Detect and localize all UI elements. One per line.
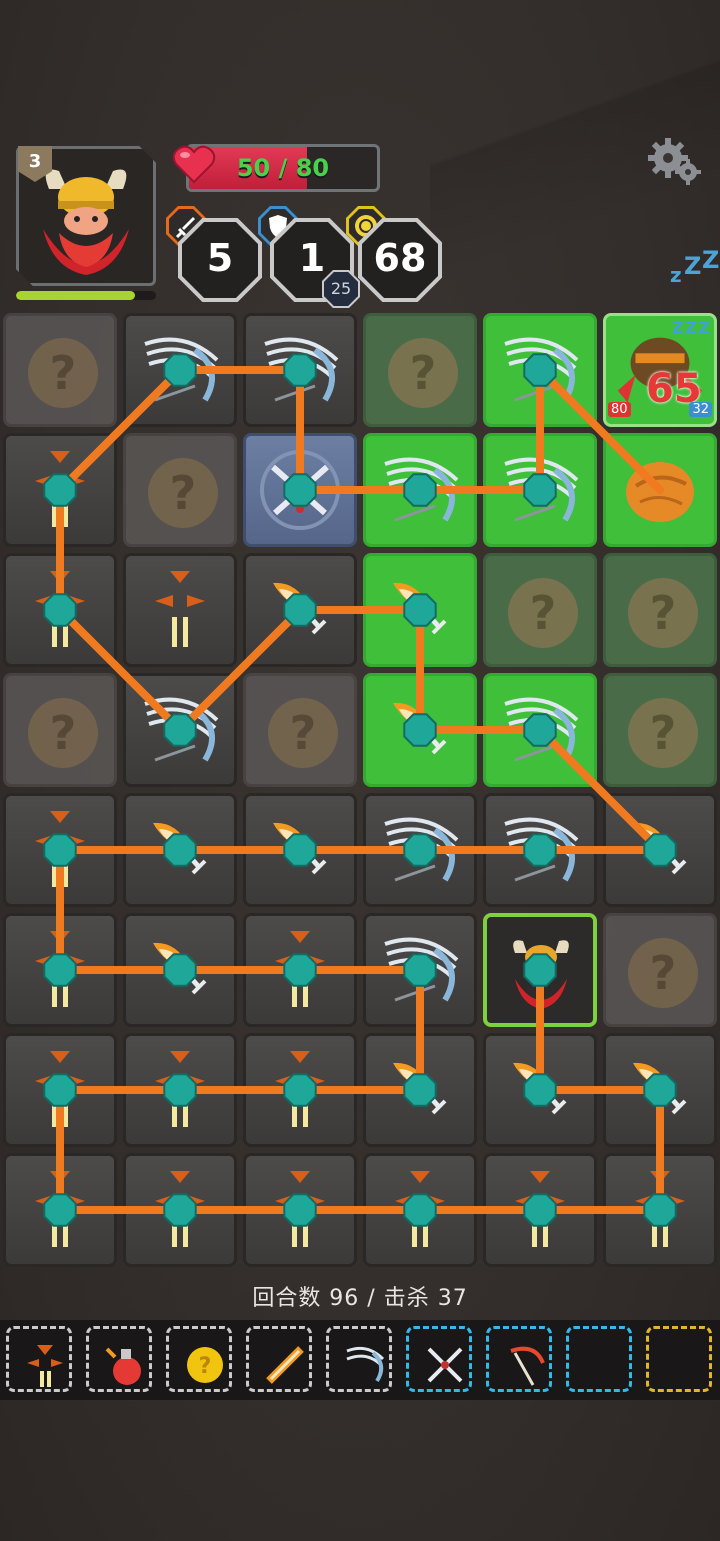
chain-node (163, 1193, 197, 1227)
chain-node (283, 353, 317, 387)
chain-node (403, 713, 437, 747)
attack-value: 5 (206, 236, 234, 280)
wind-icon (335, 1335, 385, 1383)
svg-text:z: z (670, 263, 682, 286)
chain-node (283, 473, 317, 507)
chain-node (403, 1073, 437, 1107)
link-segment (536, 726, 664, 854)
sleep-zzz-icon: zZZ (670, 246, 720, 292)
inventory-slot-4[interactable] (246, 1326, 312, 1392)
scythe-icon (495, 1335, 545, 1386)
heart-icon (172, 145, 216, 184)
inventory-slot-7[interactable] (486, 1326, 552, 1392)
inventory-slot-3[interactable]: ? (166, 1326, 232, 1392)
chain-node (523, 953, 557, 987)
chain-node (403, 833, 437, 867)
coins-value: 68 (373, 236, 427, 280)
chain-node (283, 1073, 317, 1107)
svg-text:?: ? (199, 1354, 212, 1379)
potion-icon (95, 1335, 143, 1385)
chain-node (523, 713, 557, 747)
chain-node (523, 353, 557, 387)
chain-node (43, 593, 77, 627)
attack-stat: 5 (178, 218, 262, 302)
chain-node (163, 713, 197, 747)
link-segment (56, 366, 184, 494)
hp-text: 50 / 80 (236, 154, 330, 182)
chain-node (283, 953, 317, 987)
coins-stat: 68 (358, 218, 442, 302)
chain-node (283, 593, 317, 627)
chain-node (403, 1193, 437, 1227)
chain-node (283, 833, 317, 867)
chain-node (163, 1073, 197, 1107)
chain-node (163, 353, 197, 387)
chain-node (43, 833, 77, 867)
inventory-bar: ? (0, 1320, 720, 1400)
chain-node (283, 1193, 317, 1227)
chain-node (403, 593, 437, 627)
crossed-swords-icon (415, 1335, 463, 1383)
inventory-slot-9[interactable] (646, 1326, 712, 1392)
chain-node (403, 953, 437, 987)
inventory-slot-6[interactable] (406, 1326, 472, 1392)
arrow-icon (15, 1335, 63, 1387)
coin-icon: ? (175, 1335, 223, 1383)
chain-node (163, 833, 197, 867)
link-segment (536, 366, 664, 494)
chain-node (643, 833, 677, 867)
chain-node (643, 1193, 677, 1227)
xp-bar (16, 291, 156, 300)
chain-node (523, 1193, 557, 1227)
inventory-slot-1[interactable] (6, 1326, 72, 1392)
chain-node (43, 953, 77, 987)
armor-sub-value: 25 (324, 272, 358, 306)
xp-fill (16, 291, 135, 300)
chain-node (523, 473, 557, 507)
gear-icon[interactable] (648, 138, 702, 188)
chain-links (43, 353, 677, 1227)
game-board[interactable]: ?? 65 80 32 Z Z Z??????? (0, 310, 720, 1270)
chain-node (43, 1073, 77, 1107)
inventory-slot-5[interactable] (326, 1326, 392, 1392)
svg-text:Z: Z (684, 252, 701, 280)
chain-node (43, 1193, 77, 1227)
turn-kill-counter: 回合数 96 / 击杀 37 (252, 1286, 468, 1311)
chain-node (523, 1073, 557, 1107)
chain-node (43, 473, 77, 507)
inventory-slot-8[interactable] (566, 1326, 632, 1392)
svg-text:Z: Z (702, 250, 719, 274)
chain-node (523, 833, 557, 867)
inventory-slot-2[interactable] (86, 1326, 152, 1392)
link-segment (56, 606, 184, 734)
fire-sword-icon (255, 1335, 304, 1384)
chain-node (643, 1073, 677, 1107)
chain-node (163, 953, 197, 987)
link-segment (176, 606, 304, 734)
chain-node (403, 473, 437, 507)
